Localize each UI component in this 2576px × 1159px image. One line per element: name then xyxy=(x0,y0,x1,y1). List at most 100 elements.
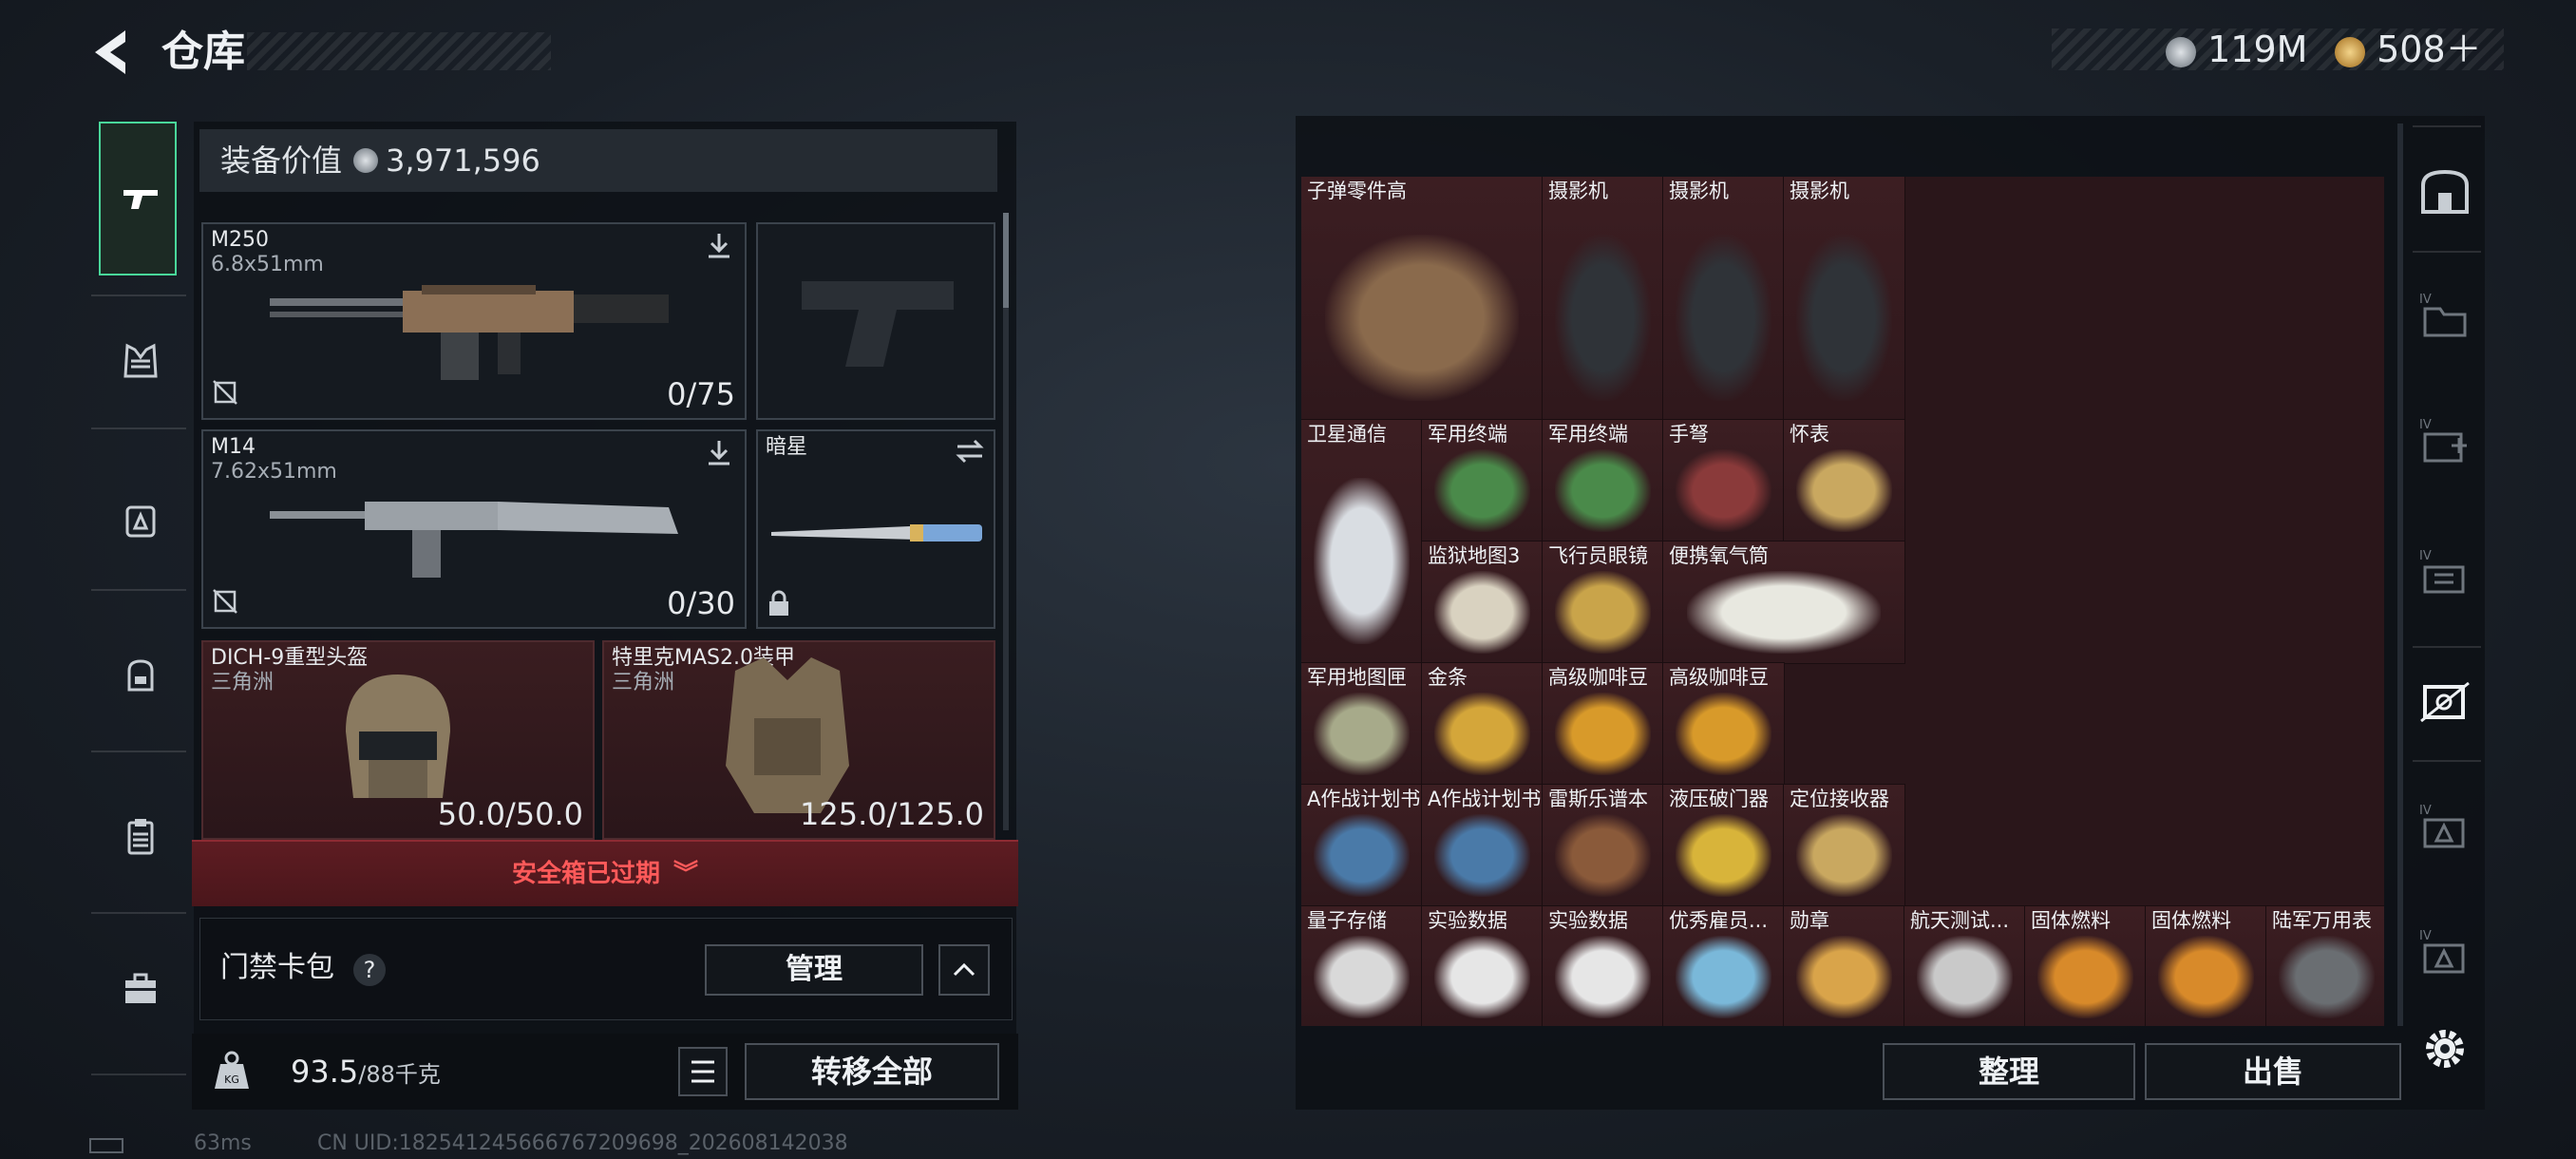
item-name: 液压破门器 xyxy=(1669,788,1769,810)
armor-slot[interactable]: 特里克MAS2.0装甲 三角洲 125.0/125.0 xyxy=(602,640,995,840)
weight-icon: KG xyxy=(215,1051,249,1089)
prison-map-item[interactable]: 监狱地图3 xyxy=(1421,541,1544,664)
collapse-button[interactable] xyxy=(938,944,990,996)
coffee-beans-item[interactable]: 高级咖啡豆 xyxy=(1662,662,1785,786)
m14-rifle-icon xyxy=(270,502,678,578)
employee-award-icon xyxy=(1675,935,1772,1018)
gold-bar-item[interactable]: 金条 xyxy=(1421,662,1544,786)
svg-text:IV: IV xyxy=(2419,549,2432,563)
pocket-watch-item[interactable]: 怀表 xyxy=(1783,419,1905,542)
item-name: 军用终端 xyxy=(1428,423,1507,446)
divider xyxy=(91,1074,186,1075)
satellite-dish-item[interactable]: 卫星通信 xyxy=(1301,419,1423,664)
safebox-expired-banner[interactable]: 安全箱已过期 ︾ xyxy=(192,840,1018,906)
weapon-slot-primary[interactable]: M250 6.8x51mm 0/75 xyxy=(201,222,747,420)
melee-slot[interactable]: 暗星 xyxy=(756,429,995,629)
helmet-slot[interactable]: DICH-9重型头盔 三角洲 50.0/50.0 xyxy=(201,640,595,840)
battle-plan-item[interactable]: A作战计划书 xyxy=(1301,784,1423,907)
camera-icon xyxy=(1795,235,1893,401)
oxygen-tank-item[interactable]: 便携氧气筒 xyxy=(1662,541,1905,664)
download-icon[interactable] xyxy=(703,230,735,266)
stash-tab-icon[interactable] xyxy=(2415,162,2475,222)
battle-plan-item[interactable]: A作战计划书 xyxy=(1421,784,1544,907)
item-name: 量子存储 xyxy=(1307,909,1387,932)
coffee-beans-item[interactable]: 高级咖啡豆 xyxy=(1542,662,1664,786)
triangle-iv-2-icon[interactable]: IV xyxy=(2415,923,2475,984)
help-icon[interactable]: ? xyxy=(353,954,386,986)
ammo-count: 0/30 xyxy=(667,585,735,621)
gold-currency[interactable]: 508＋ xyxy=(2335,25,2482,74)
army-multimeter-item[interactable]: 陆军万用表 xyxy=(2265,905,2384,1026)
ammo-iv-icon[interactable]: IV xyxy=(2415,543,2475,604)
item-name: 雷斯乐谱本 xyxy=(1548,788,1648,810)
crossbow-item[interactable]: 手弩 xyxy=(1662,419,1785,542)
locator-receiver-item[interactable]: 定位接收器 xyxy=(1783,784,1905,907)
experiment-data-item[interactable]: 实验数据 xyxy=(1542,905,1664,1026)
settings-gear-icon[interactable] xyxy=(2415,1018,2475,1079)
triangle-iv-icon[interactable]: IV xyxy=(2415,798,2475,859)
bullet-parts-item[interactable]: 子弹零件高 xyxy=(1301,177,1544,421)
battle-plan-icon xyxy=(1433,813,1531,897)
camera-item[interactable]: 摄影机 xyxy=(1783,177,1905,421)
clipboard-category-icon[interactable] xyxy=(103,798,179,874)
weight-current: 93.5 xyxy=(291,1054,359,1090)
weapon-name: M14 xyxy=(211,435,256,459)
crossbow-icon xyxy=(1675,448,1772,532)
swap-icon[interactable] xyxy=(954,435,986,471)
hydraulic-breacher-item[interactable]: 液压破门器 xyxy=(1662,784,1785,907)
army-multimeter-icon xyxy=(2278,935,2376,1018)
pistol-slot[interactable] xyxy=(756,222,995,420)
music-notebook-item[interactable]: 雷斯乐谱本 xyxy=(1542,784,1664,907)
equipment-value-label: 装备价值 xyxy=(220,142,343,179)
list-view-button[interactable] xyxy=(678,1047,728,1096)
safebox-expired-text: 安全箱已过期 xyxy=(511,860,660,888)
medkit-iv-icon[interactable]: IV xyxy=(2415,412,2475,473)
transfer-all-button[interactable]: 转移全部 xyxy=(745,1043,999,1100)
solid-fuel-item[interactable]: 固体燃料 xyxy=(2024,905,2147,1026)
folder-iv-icon[interactable]: IV xyxy=(2415,287,2475,348)
item-name: 实验数据 xyxy=(1548,909,1628,932)
aerospace-test-item[interactable]: 航天测试... xyxy=(1904,905,2026,1026)
camera-item[interactable]: 摄影机 xyxy=(1542,177,1664,421)
toolbox-category-icon[interactable] xyxy=(103,950,179,1026)
armor-category-icon[interactable] xyxy=(103,323,179,399)
military-terminal-item[interactable]: 军用终端 xyxy=(1421,419,1544,542)
battle-plan-icon xyxy=(1313,813,1411,897)
experiment-data-item[interactable]: 实验数据 xyxy=(1421,905,1544,1026)
sell-button[interactable]: 出售 xyxy=(2145,1043,2401,1100)
military-terminal-item[interactable]: 军用终端 xyxy=(1542,419,1664,542)
medal-item[interactable]: 勋章 xyxy=(1783,905,1905,1026)
camera-icon xyxy=(1554,235,1652,401)
quantum-storage-item[interactable]: 量子存储 xyxy=(1301,905,1423,1026)
item-name: 固体燃料 xyxy=(2151,909,2231,932)
stash-scrollbar[interactable] xyxy=(2397,124,2403,1026)
experiment-data-icon xyxy=(1433,935,1531,1018)
chest-rig-category-icon[interactable] xyxy=(103,483,179,559)
solid-fuel-icon xyxy=(2157,935,2255,1018)
sort-button[interactable]: 整理 xyxy=(1883,1043,2135,1100)
camera-item[interactable]: 摄影机 xyxy=(1662,177,1785,421)
employee-award-item[interactable]: 优秀雇员... xyxy=(1662,905,1785,1026)
camera-icon xyxy=(1675,235,1772,401)
tools-tab-icon[interactable] xyxy=(2415,671,2475,732)
aviator-glasses-item[interactable]: 飞行员眼镜 xyxy=(1542,541,1664,664)
weapon-slot-secondary[interactable]: M14 7.62x51mm 0/30 xyxy=(201,429,747,629)
medal-icon xyxy=(1795,935,1893,1018)
pistol-placeholder-icon xyxy=(802,281,954,367)
backpack-category-icon[interactable] xyxy=(103,636,179,712)
equipment-scroll-thumb[interactable] xyxy=(1003,213,1009,308)
solid-fuel-item[interactable]: 固体燃料 xyxy=(2145,905,2267,1026)
manage-button[interactable]: 管理 xyxy=(705,944,923,996)
weapons-category-icon[interactable] xyxy=(103,162,179,238)
item-name: 手弩 xyxy=(1669,423,1709,446)
item-name: A作战计划书 xyxy=(1428,788,1542,810)
satellite-dish-icon xyxy=(1313,478,1411,644)
aerospace-test-icon xyxy=(1916,935,2014,1018)
svg-text:IV: IV xyxy=(2419,418,2432,432)
download-icon[interactable] xyxy=(703,437,735,473)
svg-text:IV: IV xyxy=(2419,293,2432,307)
item-name: 高级咖啡豆 xyxy=(1669,666,1769,689)
back-arrow-icon[interactable] xyxy=(87,27,135,78)
helmet-icon xyxy=(346,674,450,798)
map-case-item[interactable]: 军用地图匣 xyxy=(1301,662,1423,786)
